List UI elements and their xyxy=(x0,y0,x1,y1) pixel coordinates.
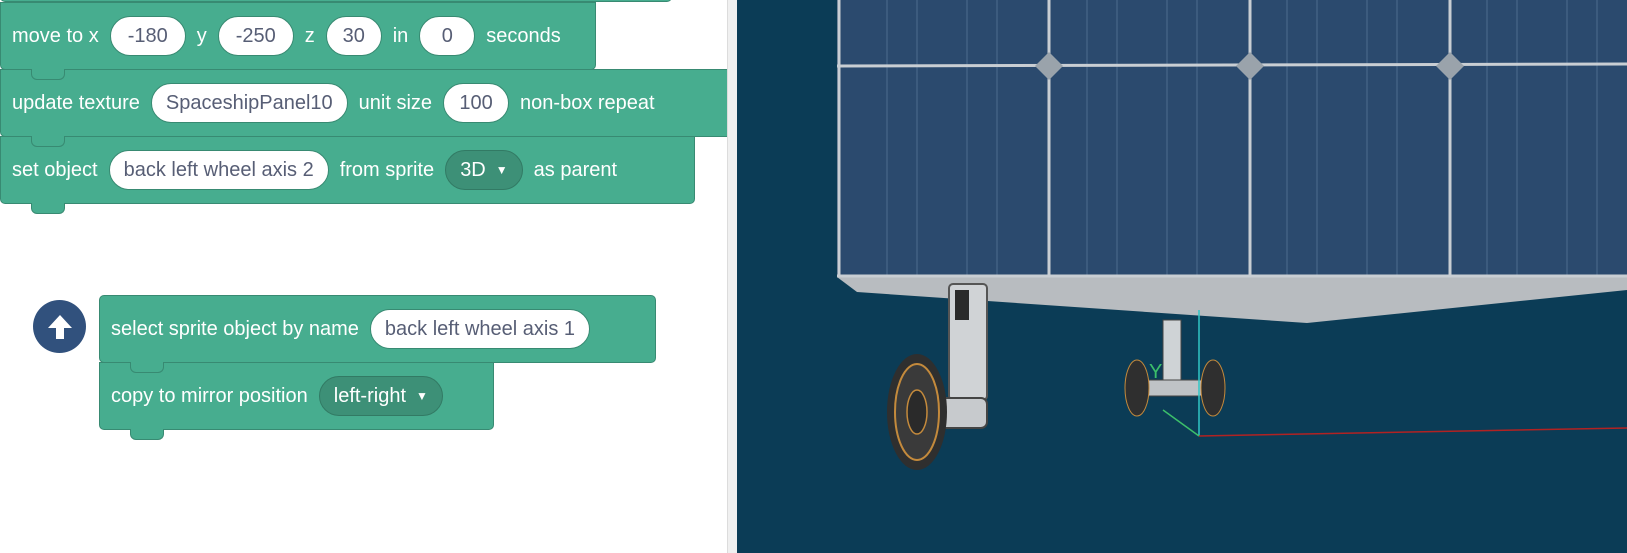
block-notch xyxy=(31,69,65,80)
object-name-input[interactable]: back left wheel axis 2 xyxy=(108,150,329,190)
seconds-input[interactable]: 0 xyxy=(419,16,476,56)
set-parent-block[interactable]: set object back left wheel axis 2 from s… xyxy=(0,136,695,214)
sprite-dropdown[interactable]: 3D ▼ xyxy=(445,150,523,190)
sprite-dropdown-value: 3D xyxy=(460,158,486,181)
texture-input[interactable]: SpaceshipPanel10 xyxy=(150,83,348,123)
mirror-dropdown-value: left-right xyxy=(333,384,406,407)
y-label: y xyxy=(196,24,207,47)
y-input[interactable]: -250 xyxy=(217,16,294,56)
panel-splitter[interactable] xyxy=(727,0,737,553)
wheel-near xyxy=(887,283,988,470)
update-texture-label: update texture xyxy=(12,91,140,114)
mirror-label: copy to mirror position xyxy=(111,384,308,407)
select-name-input[interactable]: back left wheel axis 1 xyxy=(369,309,591,349)
update-texture-block[interactable]: update texture SpaceshipPanel10 unit siz… xyxy=(0,69,727,147)
select-object-label: select sprite object by name xyxy=(111,317,359,340)
arrow-up-icon xyxy=(47,314,72,339)
caret-down-icon: ▼ xyxy=(416,389,428,403)
caret-down-icon: ▼ xyxy=(495,163,508,177)
go-button[interactable] xyxy=(33,300,86,353)
move-to-label: move to x xyxy=(12,24,99,47)
in-label: in xyxy=(392,24,409,47)
wheel-far xyxy=(1124,319,1226,417)
z-input[interactable]: 30 xyxy=(325,16,382,56)
block-notch xyxy=(130,429,164,440)
block-notch xyxy=(130,362,164,373)
stage-scene: Y xyxy=(836,0,1627,470)
select-object-block[interactable]: select sprite object by name back left w… xyxy=(99,295,656,373)
solar-panel xyxy=(837,0,1627,277)
as-parent-label: as parent xyxy=(533,158,618,181)
y-axis-label: Y xyxy=(1149,361,1162,383)
unit-size-label: unit size xyxy=(358,91,433,114)
repeat-label: non-box repeat xyxy=(520,91,655,114)
seconds-label: seconds xyxy=(486,24,561,47)
move-to-block[interactable]: move to x -180 y -250 z 30 in 0 seconds xyxy=(0,2,596,80)
set-object-label: set object xyxy=(12,158,98,181)
from-sprite-label: from sprite xyxy=(339,158,435,181)
z-label: z xyxy=(304,24,315,47)
block-notch xyxy=(31,136,65,147)
unit-size-input[interactable]: 100 xyxy=(443,83,510,123)
mirror-dropdown[interactable]: left-right ▼ xyxy=(318,376,443,416)
code-area[interactable]: move to x -180 y -250 z 30 in 0 seconds … xyxy=(0,0,727,553)
block-notch xyxy=(31,203,65,214)
x-input[interactable]: -180 xyxy=(109,16,186,56)
stage-3d-view[interactable]: Y xyxy=(737,0,1627,553)
